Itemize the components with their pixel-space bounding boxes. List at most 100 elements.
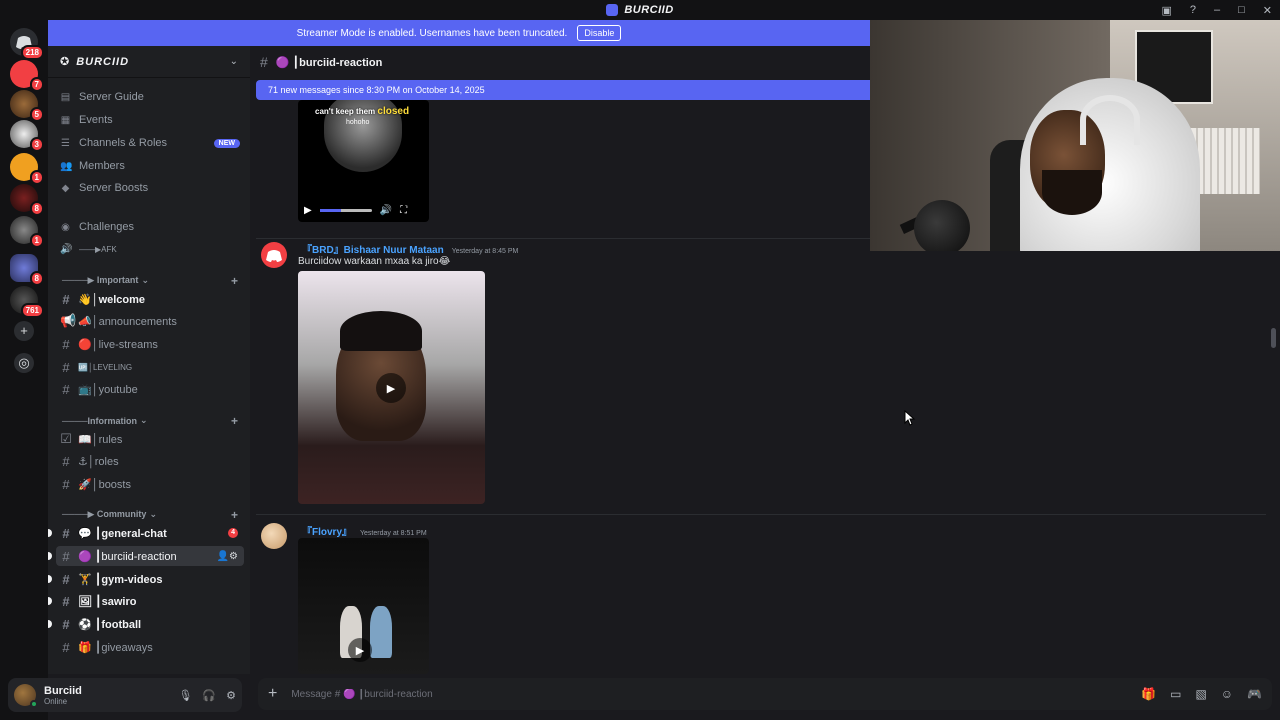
fullscreen-icon[interactable]: ⛶: [400, 205, 407, 216]
message-timestamp: Yesterday at 8:51 PM: [360, 530, 427, 537]
channel-football[interactable]: # ⚽ ┃football: [48, 614, 244, 634]
add-channel-icon[interactable]: +: [231, 274, 238, 288]
boost-icon: ◆: [61, 182, 70, 194]
add-channel-icon[interactable]: +: [231, 414, 238, 428]
close-icon[interactable]: ✕: [1263, 4, 1272, 17]
avatar[interactable]: [14, 684, 38, 708]
nav-events[interactable]: ▦ Events: [60, 114, 240, 126]
server-icon[interactable]: 1: [10, 153, 44, 185]
webcam-microphone: [914, 200, 970, 251]
play-icon[interactable]: ▶: [348, 638, 372, 662]
server-icon[interactable]: 7: [10, 60, 44, 92]
mention-badge: 761: [20, 303, 44, 318]
nav-server-guide[interactable]: ▤ Server Guide: [60, 91, 240, 103]
channel-label: 🚀│boosts: [78, 478, 131, 491]
nav-server-boosts[interactable]: ◆ Server Boosts: [60, 182, 240, 194]
channel-leveling[interactable]: # 🆙│LEVELING: [56, 357, 244, 377]
headphones-icon[interactable]: 🎧: [202, 689, 216, 702]
discover-icon[interactable]: ◎: [14, 353, 34, 373]
author-name[interactable]: 『Flovry』: [302, 523, 352, 538]
category-label: ────▶ Important: [62, 275, 139, 285]
window-controls: ▣ ? – □ ✕: [1161, 0, 1280, 20]
hash-icon: #: [62, 571, 70, 587]
mention-badge: 5: [29, 107, 44, 122]
channel-label: 🎁 ┃giveaways: [78, 641, 153, 654]
server-header[interactable]: ✪ BURCIID ⌄: [48, 46, 250, 78]
nav-channels-roles[interactable]: ☰ Channels & Roles NEW: [60, 137, 240, 149]
nav-members[interactable]: 👥 Members: [60, 160, 240, 172]
channel-burciid-reaction[interactable]: # 🟣 ┃burciid-reaction 👤⚙: [48, 546, 244, 566]
channel-giveaways[interactable]: # 🎁 ┃giveaways: [56, 637, 244, 657]
server-icon[interactable]: 8: [10, 184, 44, 216]
channel-live-streams[interactable]: # 🔴│live-streams: [56, 334, 244, 354]
category-information[interactable]: ────Information ⌄ +: [62, 414, 238, 428]
channel-youtube[interactable]: # 📺│youtube: [56, 379, 244, 399]
hash-icon: #: [62, 593, 70, 609]
add-server-icon[interactable]: +: [14, 321, 34, 341]
channel-settings-icons[interactable]: 👤⚙: [217, 551, 238, 562]
user-panel: Burciid Online 🎙 🎧 ⚙: [8, 678, 242, 712]
hash-icon: #: [62, 616, 70, 632]
server-icon-active[interactable]: 8: [10, 254, 44, 286]
volume-slider[interactable]: [319, 208, 372, 212]
channel-announcements[interactable]: 📢 📣│announcements: [56, 311, 244, 331]
channel-boosts[interactable]: # 🚀│boosts: [56, 474, 244, 494]
video-attachment[interactable]: ▶: [298, 538, 429, 674]
nav-challenges[interactable]: ◉ Challenges: [60, 221, 240, 233]
channel-label: 🆙│LEVELING: [78, 362, 133, 372]
server-icon[interactable]: 1: [10, 216, 44, 248]
play-icon[interactable]: ▶: [376, 373, 406, 403]
gear-icon[interactable]: ⚙: [226, 689, 236, 702]
direct-messages-icon[interactable]: 218: [10, 28, 44, 60]
discord-logo-icon: [266, 250, 282, 262]
video-attachment[interactable]: can't keep them closed hohoho ▶ 🔊 ⛶: [298, 100, 429, 222]
gift-icon[interactable]: 🎁: [1141, 687, 1156, 701]
server-icon[interactable]: 5: [10, 90, 44, 122]
message-author[interactable]: 『BRD』Bishaar Nuur Mataan Yesterday at 8:…: [302, 241, 518, 256]
avatar[interactable]: [261, 523, 287, 549]
channel-general-chat[interactable]: # 💬 ┃general-chat 4: [48, 523, 244, 543]
rules-icon: ☑: [60, 431, 72, 446]
server-icon[interactable]: 3: [10, 120, 44, 152]
add-attachment-icon[interactable]: +: [268, 685, 277, 703]
sticker-icon[interactable]: ▧: [1195, 687, 1206, 701]
server-folder-icon[interactable]: 761: [10, 286, 44, 318]
maximize-icon[interactable]: □: [1238, 4, 1245, 16]
megaphone-icon: 📢: [60, 313, 77, 328]
gif-icon[interactable]: ▭: [1170, 687, 1181, 701]
message-input[interactable]: [291, 688, 1128, 700]
inbox-icon[interactable]: ▣: [1161, 4, 1171, 17]
category-community[interactable]: ────▶ Community ⌄ +: [62, 508, 238, 522]
channel-roles[interactable]: # ⚓│roles: [56, 451, 244, 471]
play-icon[interactable]: ▶: [304, 205, 312, 216]
apps-icon[interactable]: 🎮: [1247, 687, 1262, 701]
nav-label: Server Guide: [79, 91, 144, 103]
disable-streamer-mode-button[interactable]: Disable: [577, 25, 622, 41]
mention-badge: 8: [29, 201, 44, 216]
help-icon[interactable]: ?: [1190, 4, 1196, 16]
emoji-icon[interactable]: ☺: [1221, 687, 1233, 701]
chevron-down-icon[interactable]: ⌄: [230, 56, 238, 67]
chevron-down-icon: ⌄: [141, 275, 149, 285]
channel-label: 🟣 ┃burciid-reaction: [78, 550, 177, 563]
message-author[interactable]: 『Flovry』 Yesterday at 8:51 PM: [302, 523, 427, 538]
volume-icon[interactable]: 🔊: [380, 205, 392, 216]
minimize-icon[interactable]: –: [1214, 4, 1220, 16]
channel-welcome[interactable]: # 👋│welcome: [56, 289, 244, 309]
avatar[interactable]: [261, 242, 287, 268]
video-attachment[interactable]: ▶: [298, 271, 485, 504]
microphone-icon[interactable]: 🎙: [178, 689, 192, 702]
category-important[interactable]: ────▶ Important ⌄ +: [62, 274, 238, 288]
mention-badge: 1: [29, 233, 44, 248]
channel-gym-videos[interactable]: # 🏋 ┃gym-videos: [48, 569, 244, 589]
voice-channel-afk[interactable]: 🔊 ——▶AFK: [60, 244, 240, 255]
channel-rules[interactable]: ☑ 📖│rules: [56, 429, 244, 449]
channel-sawiro[interactable]: # 🖼 ┃sawiro: [48, 591, 244, 611]
new-messages-bar[interactable]: 71 new messages since 8:30 PM on October…: [256, 80, 870, 100]
mention-badge: 8: [29, 271, 44, 286]
author-name[interactable]: 『BRD』Bishaar Nuur Mataan: [302, 241, 444, 256]
scrollbar[interactable]: [1271, 328, 1276, 348]
add-channel-icon[interactable]: +: [231, 508, 238, 522]
message-timestamp: Yesterday at 8:45 PM: [451, 248, 519, 255]
hash-icon: #: [62, 476, 70, 492]
